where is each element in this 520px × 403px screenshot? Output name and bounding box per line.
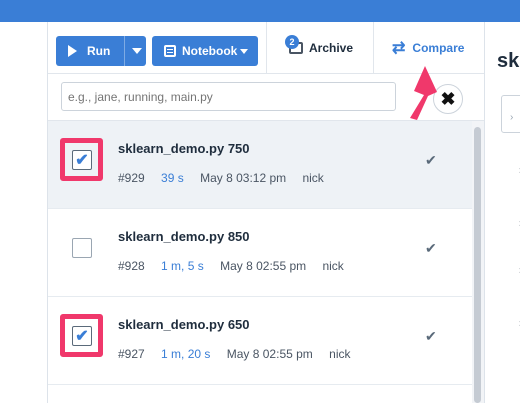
search-input[interactable] <box>61 82 396 111</box>
runs-list: ✔ sklearn_demo.py 750 #929 39 s May 8 03… <box>48 121 472 403</box>
play-icon <box>68 45 77 57</box>
run-duration: 1 m, 5 s <box>161 259 204 273</box>
run-label: Run <box>87 44 111 58</box>
run-checkbox[interactable]: ✔ <box>72 326 92 346</box>
run-time: May 8 02:55 pm <box>220 259 307 273</box>
compare-icon: ⇄ <box>392 40 406 57</box>
run-user: nick <box>329 347 351 361</box>
run-checkbox[interactable] <box>72 238 92 258</box>
run-time: May 8 03:12 pm <box>200 171 287 185</box>
left-panel <box>0 22 48 403</box>
run-divider <box>124 36 125 66</box>
tab-compare[interactable]: ⇄ Compare <box>374 22 484 74</box>
tab-archive[interactable]: 2 Archive <box>266 22 374 74</box>
search-row: ✖ <box>48 74 484 121</box>
compare-label: Compare <box>412 41 465 55</box>
run-meta: #928 1 m, 5 s May 8 02:55 pm nick <box>118 259 357 273</box>
run-checkbox[interactable]: ✔ <box>72 150 92 170</box>
run-title[interactable]: sklearn_demo.py 650 <box>118 317 250 332</box>
success-check-icon: ✔ <box>425 240 437 256</box>
run-time: May 8 02:55 pm <box>226 347 313 361</box>
run-button[interactable]: Run <box>56 36 146 66</box>
clear-search-button[interactable]: ✖ <box>433 84 463 114</box>
archive-label: Archive <box>309 41 354 55</box>
notebook-label: Notebook <box>182 44 238 58</box>
notebook-icon <box>164 45 176 57</box>
success-check-icon: ✔ <box>425 328 437 344</box>
detail-title: sk <box>497 50 520 72</box>
top-bar <box>0 0 520 22</box>
archive-count-badge: 2 <box>285 35 299 49</box>
run-user: nick <box>322 259 344 273</box>
run-duration: 39 s <box>161 171 184 185</box>
run-meta: #929 39 s May 8 03:12 pm nick <box>118 171 337 185</box>
success-check-icon: ✔ <box>425 152 437 168</box>
run-user: nick <box>302 171 324 185</box>
list-scrollbar-thumb[interactable] <box>474 127 481 403</box>
run-row[interactable]: sklearn_demo.py 850 #928 1 m, 5 s May 8 … <box>48 209 472 297</box>
notebook-button[interactable]: Notebook <box>152 36 258 66</box>
toolbar: Run Notebook 2 Archive ⇄ Compare <box>48 22 484 74</box>
run-row[interactable]: ✔ sklearn_demo.py 750 #929 39 s May 8 03… <box>48 121 472 209</box>
runs-panel: Run Notebook 2 Archive ⇄ Compare ✖ ✔ skl… <box>48 22 484 403</box>
run-id: #928 <box>118 259 145 273</box>
run-duration: 1 m, 20 s <box>161 347 211 361</box>
chevron-right-icon: › <box>510 112 514 123</box>
run-title[interactable]: sklearn_demo.py 750 <box>118 141 250 156</box>
run-dropdown-caret-icon[interactable] <box>132 48 142 54</box>
run-id: #927 <box>118 347 145 361</box>
run-meta: #927 1 m, 20 s May 8 02:55 pm nick <box>118 347 363 361</box>
run-title[interactable]: sklearn_demo.py 850 <box>118 229 250 244</box>
detail-panel: sk › › › › › <box>484 22 520 403</box>
notebook-caret-icon <box>240 48 249 54</box>
run-row[interactable]: ✔ sklearn_demo.py 650 #927 1 m, 20 s May… <box>48 297 472 385</box>
run-id: #929 <box>118 171 145 185</box>
